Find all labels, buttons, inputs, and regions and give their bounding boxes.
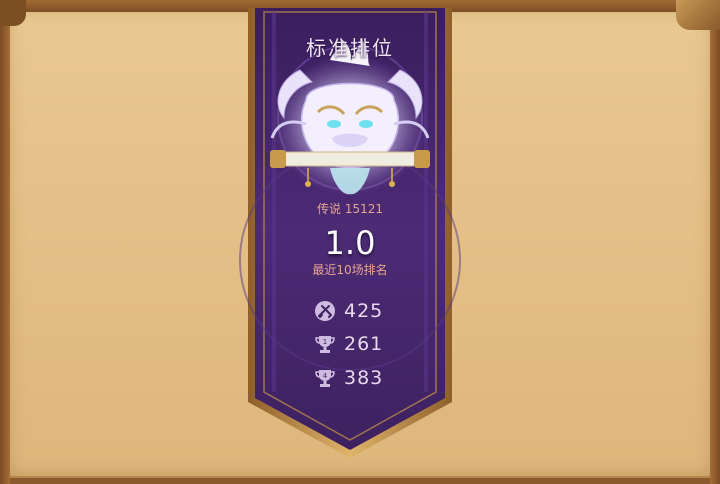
svg-text:1: 1 bbox=[323, 338, 327, 346]
average-rank-caption: 最近10场排名 bbox=[312, 263, 388, 277]
page-title: 标准排位 bbox=[306, 36, 394, 60]
trophy-4-icon: 4 bbox=[315, 370, 335, 387]
stat-row-games: 425 bbox=[314, 299, 383, 323]
stat-value: 425 bbox=[344, 300, 384, 322]
stat-value: 261 bbox=[344, 333, 384, 355]
stat-value: 383 bbox=[344, 367, 384, 389]
tier-label: 传说 15121 bbox=[317, 202, 383, 216]
trophy-1-icon: 1 bbox=[315, 336, 335, 353]
stat-row-top-four: 4 383 bbox=[314, 366, 383, 390]
crossed-swords-icon bbox=[315, 301, 335, 321]
average-rank-value: 1.0 bbox=[324, 224, 376, 262]
svg-text:4: 4 bbox=[323, 372, 328, 380]
stat-row-first-place: 1 261 bbox=[314, 332, 383, 356]
